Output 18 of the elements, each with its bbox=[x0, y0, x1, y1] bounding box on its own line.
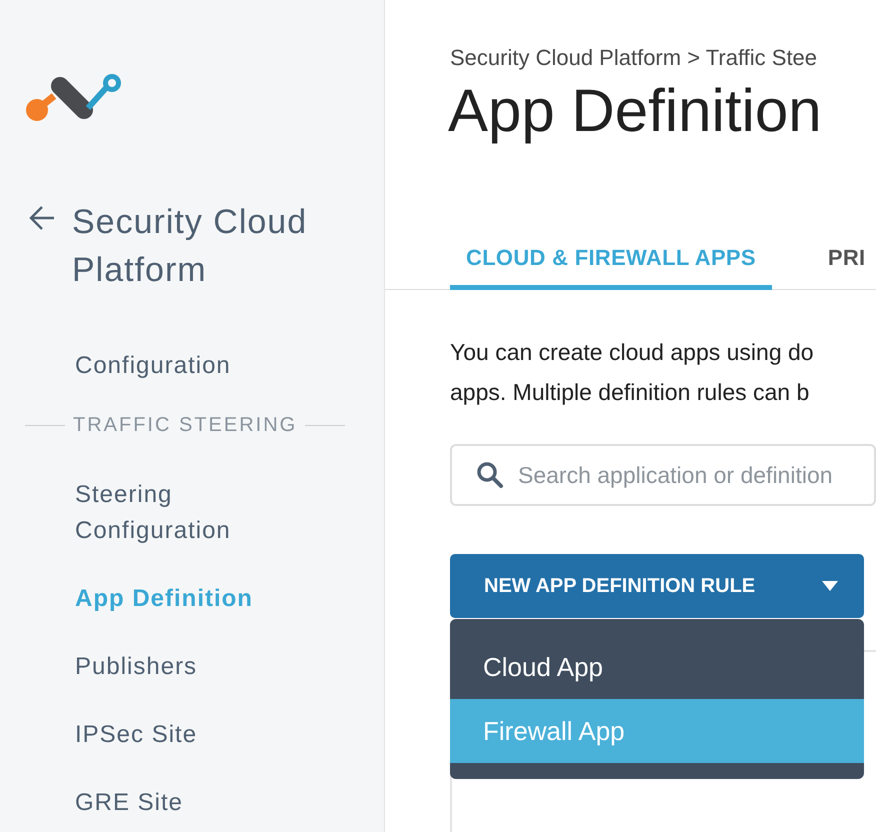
search-icon bbox=[476, 461, 504, 489]
logo-icon bbox=[26, 72, 124, 122]
sidebar-item[interactable]: IPSec Site bbox=[75, 717, 295, 753]
description-text: You can create cloud apps using do bbox=[450, 338, 814, 367]
search-field[interactable]: Search application or definition bbox=[450, 444, 876, 506]
menu-item[interactable]: Cloud App bbox=[450, 635, 864, 699]
breadcrumb: Security Cloud Platform > Traffic Stee bbox=[450, 44, 818, 72]
section-heading: TRAFFIC STEERING bbox=[73, 414, 298, 437]
sidebar-item[interactable]: GRE Site bbox=[75, 785, 295, 821]
sidebar-item[interactable]: Configuration bbox=[75, 348, 295, 384]
new-rule-button[interactable]: NEW APP DEFINITION RULE bbox=[450, 554, 864, 618]
page-title: App Definition bbox=[448, 76, 823, 146]
sidebar-title: Security Cloud Platform bbox=[72, 202, 308, 291]
sidebar-item[interactable]: Steering Configuration bbox=[75, 477, 295, 549]
back-arrow-icon[interactable] bbox=[28, 204, 56, 232]
tab[interactable]: PRI bbox=[812, 245, 876, 290]
description-text: apps. Multiple definition rules can b bbox=[450, 378, 810, 407]
sidebar-item[interactable]: Publishers bbox=[75, 649, 295, 685]
